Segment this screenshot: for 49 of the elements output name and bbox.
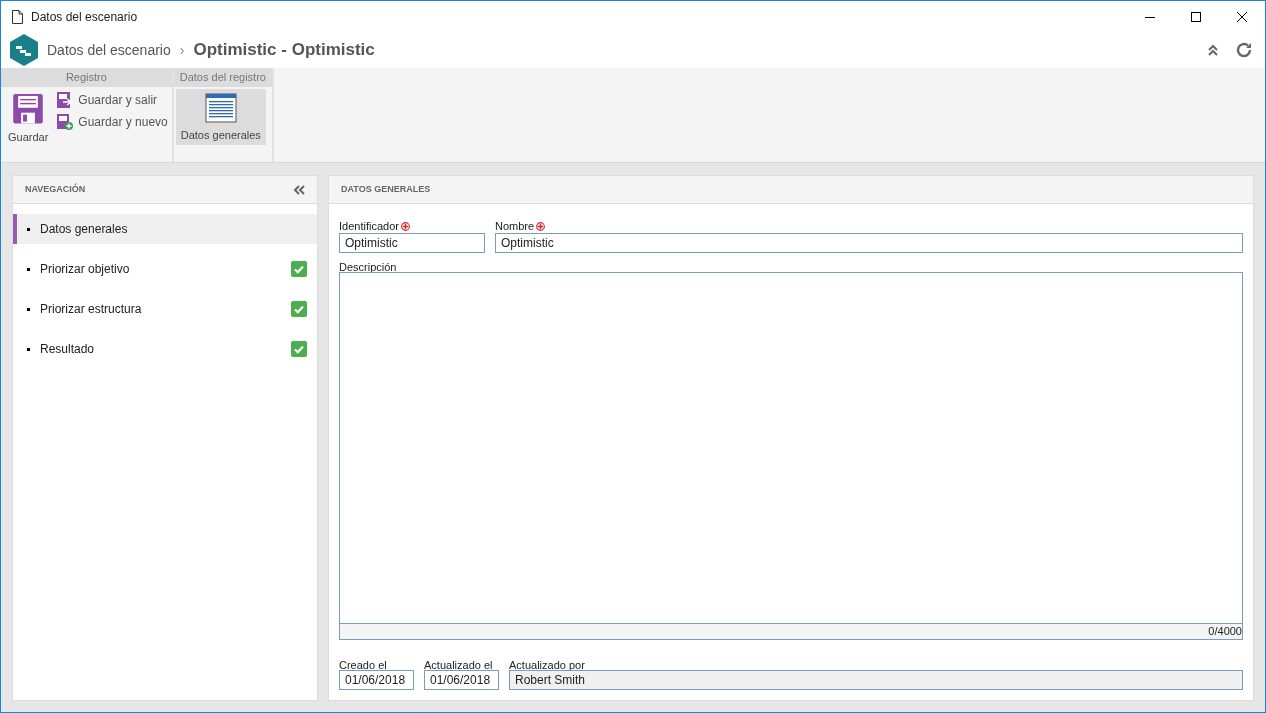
floppy-plus-icon	[57, 114, 74, 130]
field-label: Actualizado el	[424, 658, 494, 670]
required-icon	[400, 222, 410, 231]
character-counter: 0/4000	[1208, 624, 1242, 640]
breadcrumb-separator: ›	[179, 40, 185, 60]
collapse-icon[interactable]	[1207, 44, 1219, 56]
ribbon-group-title: Datos del registro	[173, 68, 272, 87]
checkmark-icon	[291, 341, 307, 357]
close-icon	[1237, 11, 1247, 22]
refresh-icon[interactable]	[1235, 41, 1253, 59]
panel-title: NAVEGACIÓN	[25, 182, 86, 196]
navigation-item[interactable]: Priorizar estructura	[13, 294, 317, 324]
field-label: Creado el	[339, 658, 388, 670]
ribbon-button[interactable]: Guardar y salir	[55, 89, 170, 111]
navigation-label: Priorizar objetivo	[40, 261, 130, 278]
navigation-label: Datos generales	[40, 221, 128, 238]
collapse-left-icon[interactable]	[293, 184, 305, 195]
bullet-icon	[27, 307, 30, 311]
required-icon	[536, 222, 546, 231]
panel-title: DATOS GENERALES	[341, 182, 431, 196]
description-field[interactable]: 0/4000	[339, 272, 1243, 640]
ribbon-group-title: Registro	[1, 68, 172, 87]
text-field[interactable]: 01/06/2018	[339, 670, 414, 690]
bullet-icon	[27, 267, 30, 271]
window-title: Datos del escenario	[31, 8, 138, 26]
text-field[interactable]: Optimistic	[339, 233, 485, 253]
bullet-icon	[27, 227, 30, 231]
text-field[interactable]: 01/06/2018	[424, 670, 499, 690]
navigation-item[interactable]: Resultado	[13, 334, 317, 364]
text-field[interactable]: Optimistic	[495, 233, 1243, 253]
bullet-icon	[27, 347, 30, 351]
ribbon-button[interactable]: Datos generales	[175, 89, 266, 145]
navigation-label: Priorizar estructura	[40, 301, 142, 318]
breadcrumb-link[interactable]: Datos del escenario	[47, 39, 171, 61]
checkmark-icon	[291, 301, 307, 317]
ribbon-button[interactable]: Guardar y nuevo	[55, 111, 170, 133]
navigation-label: Resultado	[40, 341, 95, 358]
checkmark-icon	[291, 261, 307, 277]
document-icon	[12, 9, 23, 24]
form-icon	[204, 93, 237, 123]
field-label: Descripción	[339, 260, 398, 272]
ribbon-button[interactable]: Guardar	[3, 89, 54, 145]
field-label: Identificador	[339, 219, 399, 235]
field-label: Nombre	[495, 219, 535, 235]
maximize-icon	[1191, 11, 1201, 22]
navigation-item[interactable]: Datos generales	[13, 214, 317, 244]
page-title: Optimistic - Optimistic	[193, 39, 375, 62]
field-label: Actualizado por	[509, 658, 586, 670]
navigation-item[interactable]: Priorizar objetivo	[13, 254, 317, 284]
